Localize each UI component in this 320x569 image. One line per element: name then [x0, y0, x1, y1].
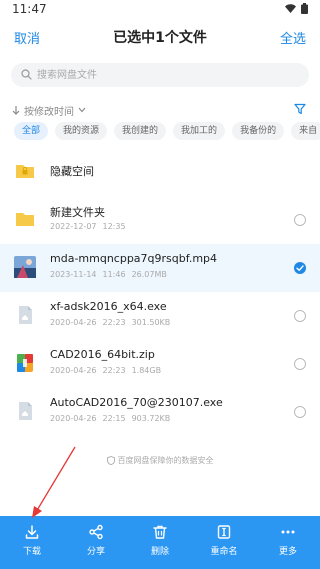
sort-label: 按修改时间 [24, 106, 74, 118]
battery-icon [301, 3, 308, 14]
search-icon [21, 69, 32, 80]
wifi-icon [285, 4, 296, 13]
file-date: 2020-04-26 [50, 414, 97, 423]
file-meta: 2020-04-26 22:23 1.84GB [50, 366, 161, 375]
file-meta: 2020-04-26 22:23 301.50KB [50, 318, 170, 327]
file-meta: 2022-12-07 12:35 [50, 222, 126, 231]
chip-my-resources[interactable]: 我的资源 [55, 122, 108, 140]
select-checkbox[interactable] [294, 310, 306, 322]
download-label: 下载 [22, 547, 41, 557]
select-all-button[interactable]: 全选 [280, 28, 306, 47]
selection-header: 取消 已选中1个文件 全选 [0, 22, 320, 52]
sort-selector[interactable]: 按修改时间 [12, 103, 86, 118]
file-name: AutoCAD2016_70@230107.exe [50, 396, 223, 409]
chip-from[interactable]: 来自 [291, 122, 320, 140]
status-icons [285, 3, 308, 14]
select-checkbox[interactable] [294, 214, 306, 226]
exe-file-icon [19, 402, 32, 420]
file-date: 2023-11-14 [50, 270, 97, 279]
chip-backed-up[interactable]: 我备份的 [232, 122, 285, 140]
exe-file-icon [19, 306, 32, 324]
file-size: 903.72KB [131, 414, 171, 423]
file-time: 11:46 [102, 270, 126, 279]
file-time: 22:23 [102, 318, 126, 327]
security-note: 百度网盘保障你的数据安全 [0, 455, 320, 466]
select-checkbox[interactable] [294, 358, 306, 370]
file-size: 1.84GB [131, 366, 162, 375]
security-note-text: 百度网盘保障你的数据安全 [117, 456, 214, 465]
check-icon [296, 265, 304, 271]
list-item-video[interactable]: mda-mmqncppa7q9rsqbf.mp4 2023-11-14 11:46… [0, 244, 320, 292]
status-time: 11:47 [12, 2, 47, 16]
rename-label: 重命名 [210, 547, 238, 557]
chip-created-by-me[interactable]: 我创建的 [114, 122, 167, 140]
file-meta: 2020-04-26 22:15 903.72KB [50, 414, 170, 423]
file-name: 新建文件夹 [50, 206, 105, 219]
more-button[interactable]: 更多 [256, 516, 320, 569]
file-time: 22:23 [102, 366, 126, 375]
trash-icon [153, 525, 167, 539]
search-box[interactable] [11, 63, 309, 87]
file-date: 2020-04-26 [50, 366, 97, 375]
zip-file-icon [17, 354, 33, 372]
file-name: xf-adsk2016_x64.exe [50, 300, 167, 313]
chevron-down-icon [78, 107, 86, 113]
share-label: 分享 [86, 547, 105, 557]
category-chips: 全部 我的资源 我创建的 我加工的 我备份的 来自 [14, 122, 320, 140]
list-item-exe[interactable]: AutoCAD2016_70@230107.exe 2020-04-26 22:1… [0, 388, 320, 436]
share-icon [89, 524, 103, 540]
select-checkbox[interactable] [294, 406, 306, 418]
video-thumbnail [14, 256, 36, 278]
more-icon [281, 530, 295, 534]
file-size: 26.07MB [131, 270, 167, 279]
list-item-hidden-space[interactable]: 隐藏空间 [0, 148, 320, 196]
more-label: 更多 [278, 547, 297, 557]
file-date: 2020-04-26 [50, 318, 97, 327]
shield-icon [106, 456, 115, 465]
share-button[interactable]: 分享 [64, 516, 128, 569]
delete-label: 删除 [150, 547, 169, 557]
hidden-folder-icon [16, 165, 34, 178]
file-name: 隐藏空间 [50, 165, 94, 178]
file-size: 301.50KB [131, 318, 171, 327]
download-button[interactable]: 下载 [0, 516, 64, 569]
bottom-action-bar: 下载 分享 删除 重命名 更多 [0, 516, 320, 569]
rename-icon [217, 525, 231, 539]
file-time: 12:35 [102, 222, 126, 231]
file-name: mda-mmqncppa7q9rsqbf.mp4 [50, 252, 218, 265]
search-input[interactable] [37, 66, 297, 84]
select-checkbox-checked[interactable] [294, 262, 306, 274]
rename-button[interactable]: 重命名 [192, 516, 256, 569]
list-item-new-folder[interactable]: 新建文件夹 2022-12-07 12:35 [0, 196, 320, 244]
chip-processed-by-me[interactable]: 我加工的 [173, 122, 226, 140]
delete-button[interactable]: 删除 [128, 516, 192, 569]
download-icon [25, 525, 39, 539]
sort-icon [12, 106, 20, 115]
list-item-zip[interactable]: CAD2016_64bit.zip 2020-04-26 22:23 1.84GB [0, 340, 320, 388]
filter-icon[interactable] [294, 103, 306, 115]
file-meta: 2023-11-14 11:46 26.07MB [50, 270, 167, 279]
file-time: 22:15 [102, 414, 126, 423]
folder-icon [16, 213, 34, 226]
chip-all[interactable]: 全部 [14, 122, 49, 140]
status-bar: 11:47 [0, 0, 320, 20]
file-name: CAD2016_64bit.zip [50, 348, 155, 361]
file-list: 隐藏空间 新建文件夹 2022-12-07 12:35 mda-mmqncppa7… [0, 148, 320, 436]
page-title: 已选中1个文件 [113, 30, 207, 46]
list-item-exe[interactable]: xf-adsk2016_x64.exe 2020-04-26 22:23 301.5… [0, 292, 320, 340]
file-date: 2022-12-07 [50, 222, 97, 231]
